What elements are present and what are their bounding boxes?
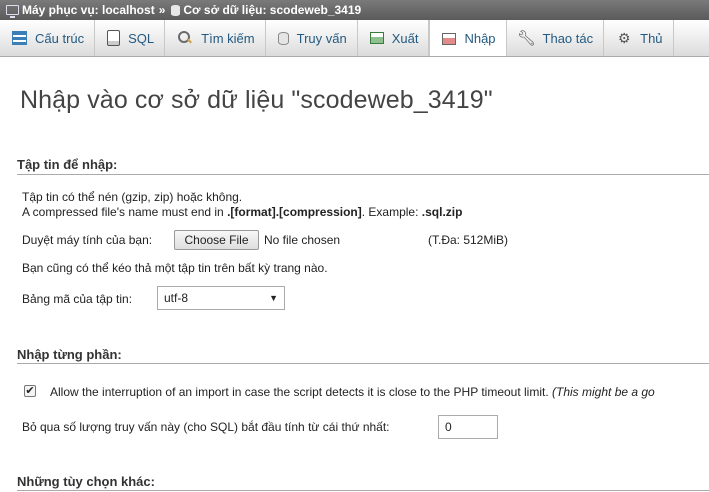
compression-format-note: A compressed file's name must end in .[f… [22,205,462,219]
tab-export[interactable]: Xuất [358,20,430,56]
database-icon [171,4,181,16]
tab-bar: Cấu trúc SQL Tìm kiếm Truy vấn Xuất Nhập… [0,20,709,57]
tab-routines[interactable]: ⚙ Thủ [604,20,674,56]
allow-interrupt-text: Allow the interruption of an import in c… [50,385,549,399]
drag-drop-hint: Bạn cũng có thể kéo thả một tập tin trên… [22,261,328,275]
tab-operations[interactable]: 🔧︎ Thao tác [507,20,605,56]
allow-interrupt-note: (This might be a go [552,385,655,399]
section-divider [17,363,709,364]
chevron-down-icon: ▼ [269,293,278,303]
server-icon [6,5,19,18]
search-icon [177,30,193,46]
tab-query[interactable]: Truy vấn [266,20,358,56]
query-icon [277,31,289,45]
breadcrumb-separator: » [158,3,166,17]
breadcrumb: Máy phục vụ: localhost » Cơ sở dữ liệu: … [0,0,709,20]
charset-select[interactable]: utf-8 ▼ [157,286,285,310]
tab-structure[interactable]: Cấu trúc [0,20,96,56]
tab-label: Truy vấn [296,30,347,46]
section-divider [17,174,709,175]
charset-value: utf-8 [164,291,189,305]
tab-label: Nhập [464,31,496,46]
tab-search[interactable]: Tìm kiếm [165,20,266,56]
tab-label: Xuất [391,30,419,46]
tab-label: Cấu trúc [35,30,85,46]
wrench-icon: 🔧︎ [517,30,537,47]
other-section-legend: Những tùy chọn khác: [17,474,155,489]
checkmark-icon: ✔ [25,384,35,397]
max-size-text: (T.Đa: 512MiB) [428,233,509,247]
compression-note: Tập tin có thể nén (gzip, zip) hoặc khôn… [22,190,243,204]
import-icon [442,32,457,45]
format-pattern: .[format].[compression] [227,205,362,219]
breadcrumb-database[interactable]: Cơ sở dữ liệu: scodeweb_3419 [183,3,361,17]
tab-label: Thao tác [542,30,594,46]
export-icon [369,32,384,44]
tab-label: SQL [128,30,155,46]
format-mid: . Example: [361,205,422,219]
section-divider [17,490,709,491]
routines-icon: ⚙ [617,29,631,46]
sql-icon [107,30,121,46]
breadcrumb-server[interactable]: Máy phục vụ: localhost [22,3,155,17]
tab-sql[interactable]: SQL [95,20,166,56]
format-prefix: A compressed file's name must end in [22,205,228,219]
charset-label: Bảng mã của tập tin: [22,292,133,306]
choose-file-button[interactable]: Choose File [174,230,259,250]
browse-label: Duyệt máy tính của bạn: [22,233,153,247]
skip-queries-value: 0 [445,420,452,434]
tab-label: Tìm kiếm [201,30,255,46]
tab-import[interactable]: Nhập [429,20,507,56]
allow-interrupt-label[interactable]: Allow the interruption of an import in c… [50,385,655,399]
file-section-legend: Tập tin để nhập: [17,157,118,172]
skip-queries-label: Bỏ qua số lượng truy vấn này (cho SQL) b… [22,420,390,434]
structure-icon [12,31,27,45]
no-file-chosen-text: No file chosen [264,233,341,247]
partial-section-legend: Nhập từng phần: [17,347,122,362]
format-example: .sql.zip [421,205,463,219]
tab-label: Thủ [640,30,663,46]
page-title: Nhập vào cơ sở dữ liệu "scodeweb_3419" [20,86,493,114]
skip-queries-input[interactable]: 0 [438,415,498,439]
allow-interrupt-checkbox[interactable]: ✔ [24,385,36,397]
